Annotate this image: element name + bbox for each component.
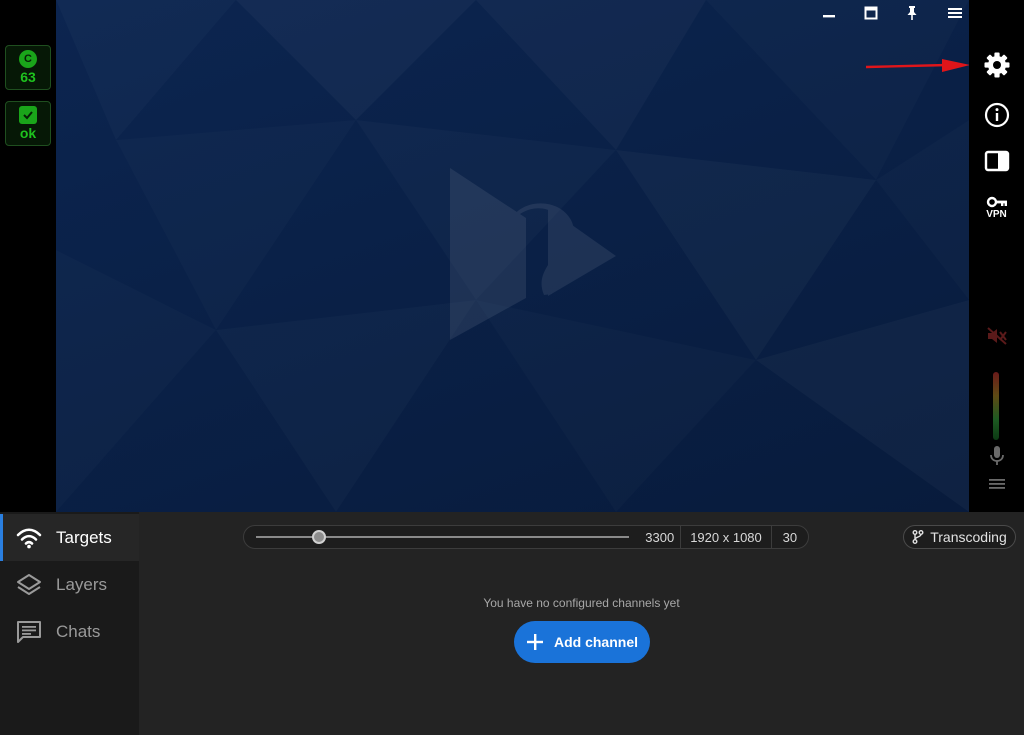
add-channel-label: Add channel (553, 634, 638, 650)
layout-toggle-button[interactable] (969, 146, 1024, 176)
pin-button[interactable] (897, 2, 927, 24)
sidebar-toggle-icon (984, 150, 1009, 172)
branch-icon (912, 530, 924, 544)
video-preview[interactable] (56, 0, 969, 512)
resolution-select[interactable]: 1920 x 1080 (680, 525, 770, 549)
minimize-icon (823, 15, 835, 18)
wifi-icon (14, 527, 44, 549)
vpn-button[interactable]: VPN (969, 192, 1024, 224)
nav-label-layers: Layers (56, 574, 108, 594)
menu-icon (988, 479, 1005, 489)
vpn-label: VPN (986, 209, 1007, 220)
info-icon (984, 102, 1009, 128)
transcoding-button[interactable]: Transcoding (903, 525, 1016, 549)
microphone-button[interactable] (969, 443, 1024, 469)
nav-item-targets[interactable]: Targets (0, 514, 139, 561)
health-status-value: ok (19, 125, 37, 141)
audio-menu-button[interactable] (969, 473, 1024, 495)
bitrate-slider-handle[interactable] (312, 530, 327, 544)
cpu-status-badge: C 63 (5, 45, 51, 90)
key-icon (986, 196, 1007, 208)
right-toolbar: VPN (969, 0, 1024, 512)
microphone-icon (989, 446, 1004, 465)
plus-icon (526, 634, 543, 650)
transcoding-label: Transcoding (930, 529, 1007, 545)
menu-button[interactable] (940, 2, 969, 24)
bitrate-slider[interactable] (256, 525, 630, 549)
status-strip: C 63 ok (0, 0, 56, 512)
audio-level-meter (993, 372, 999, 440)
nav-label-targets: Targets (56, 527, 112, 547)
nav-label-chats: Chats (56, 621, 101, 641)
annotation-arrow (865, 59, 969, 72)
info-button[interactable] (969, 98, 1024, 132)
minimize-button[interactable] (814, 2, 844, 24)
menu-icon (948, 8, 962, 18)
stream-settings-bar: 3300 1920 x 1080 30 (243, 525, 809, 549)
nav-item-chats[interactable]: Chats (0, 608, 139, 655)
c-badge-icon: C (19, 50, 37, 68)
maximize-button[interactable] (856, 2, 886, 24)
polygon-background (450, 168, 616, 340)
mute-button[interactable] (969, 322, 1024, 350)
settings-button[interactable] (969, 48, 1024, 82)
gear-icon (984, 52, 1009, 78)
pin-icon (907, 6, 917, 20)
bitrate-value: 3300 (645, 529, 675, 545)
chat-icon (14, 620, 44, 644)
nav-item-layers[interactable]: Layers (0, 561, 139, 608)
shield-check-icon (19, 106, 37, 124)
maximize-icon (864, 6, 878, 20)
cpu-status-value: 63 (20, 69, 36, 85)
empty-channels-message: You have no configured channels yet (483, 596, 680, 610)
health-status-badge: ok (5, 101, 51, 146)
add-channel-button[interactable]: Add channel (514, 621, 650, 663)
fps-select[interactable]: 30 (770, 525, 808, 549)
speaker-muted-icon (986, 327, 1007, 345)
layers-icon (14, 573, 44, 597)
side-nav: Targets Layers Chats (0, 512, 139, 735)
bottom-panel: Targets Layers Chats 3300 1920 x 1080 30… (0, 512, 1024, 735)
